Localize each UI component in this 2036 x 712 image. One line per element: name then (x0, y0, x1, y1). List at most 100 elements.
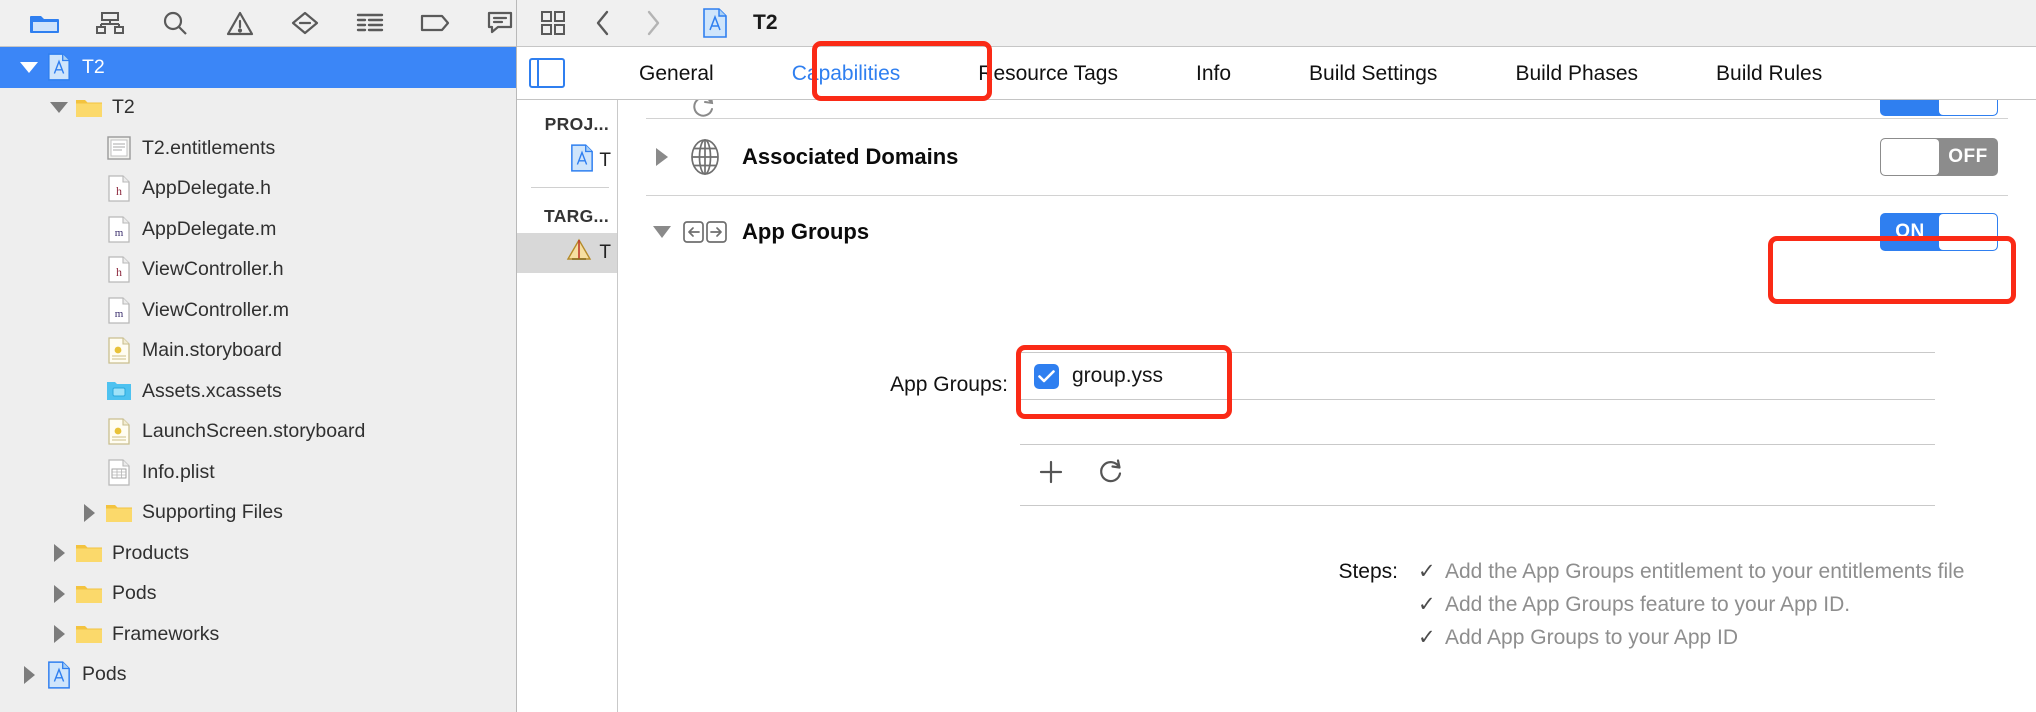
app-group-identifier: group.yss (1072, 364, 1164, 387)
chevron-right-icon[interactable] (48, 542, 70, 564)
step-text: Add the App Groups entitlement to your e… (1445, 560, 1965, 583)
targets-section-header: TARG... (544, 206, 609, 226)
tree-row-label: T2.entitlements (142, 136, 276, 159)
tree-row-pods[interactable]: Pods (0, 574, 516, 615)
capabilities-tab-bar[interactable]: General Capabilities Resource Tags Info … (517, 47, 2036, 100)
tab-general[interactable]: General (629, 63, 724, 84)
previous-capability-switch[interactable] (1880, 100, 1998, 116)
folder-icon[interactable] (28, 8, 61, 38)
app-groups-toolbar (1020, 445, 1935, 499)
storyboard-icon (104, 336, 134, 366)
svg-text:m: m (115, 227, 124, 239)
tab-capabilities[interactable]: Capabilities (782, 63, 911, 84)
tree-row-viewcontroller-h[interactable]: h ViewController.h (0, 250, 516, 291)
editor-jump-bar-title[interactable]: T2 (753, 11, 778, 35)
target-item-t2[interactable]: T (517, 233, 617, 273)
tree-row-label: AppDelegate.h (142, 177, 272, 199)
breakpoint-tag-icon[interactable] (418, 8, 451, 38)
refresh-groups-button[interactable] (1094, 455, 1128, 489)
tree-row-label: ViewController.m (142, 298, 290, 321)
search-icon[interactable] (158, 8, 191, 38)
project-item-label: T (599, 150, 611, 171)
capability-title: App Groups (742, 219, 870, 244)
tab-resource-tags[interactable]: Resource Tags (968, 63, 1128, 84)
chevron-right-icon[interactable] (650, 145, 674, 169)
debug-list-icon[interactable] (353, 8, 386, 38)
chevron-right-icon[interactable] (78, 502, 100, 524)
step-item: ✓ Add App Groups to your App ID (1418, 626, 1964, 659)
chevron-right-icon[interactable] (48, 583, 70, 605)
objc-file-icon: m (104, 214, 134, 244)
svg-text:m: m (115, 308, 124, 320)
app-group-entry[interactable]: group.yss (1020, 353, 1935, 399)
check-icon: ✓ (1418, 560, 1436, 583)
tree-row-launchscreen-storyboard[interactable]: LaunchScreen.storyboard (0, 412, 516, 453)
test-diamond-icon[interactable] (288, 8, 321, 38)
tree-row-info-plist[interactable]: Info.plist (0, 452, 516, 493)
tab-build-settings[interactable]: Build Settings (1299, 63, 1447, 84)
app-groups-switch[interactable]: ON (1880, 213, 1998, 251)
switch-label: OFF (1948, 146, 1988, 167)
app-groups-list[interactable]: group.yss (1020, 280, 1935, 506)
tree-row-label: Supporting Files (142, 501, 283, 523)
tree-row-label: T2 (82, 55, 105, 78)
app-group-checkbox[interactable] (1034, 363, 1059, 389)
check-icon: ✓ (1418, 626, 1436, 649)
capability-row-associated-domains[interactable]: Associated Domains OFF (618, 119, 2036, 195)
project-file-tree[interactable]: T2 T2 T2.entitlements h AppDelegate.h m AppDel… (0, 47, 516, 712)
tab-list: General Capabilities Resource Tags Info … (629, 63, 1832, 84)
chevron-down-icon[interactable] (48, 97, 70, 119)
xcode-project-icon (44, 660, 74, 690)
chevron-right-icon[interactable] (48, 623, 70, 645)
tree-row-appdelegate-m[interactable]: m AppDelegate.m (0, 209, 516, 250)
tab-info[interactable]: Info (1186, 63, 1241, 84)
toggle-navigator-button[interactable] (529, 58, 565, 88)
tree-row-pods[interactable]: Pods (0, 655, 516, 696)
associated-domains-switch[interactable]: OFF (1880, 138, 1998, 176)
tree-row-t2-entitlements[interactable]: T2.entitlements (0, 128, 516, 169)
tree-row-label: T2 (112, 96, 135, 118)
chevron-left-icon[interactable] (587, 8, 619, 38)
tree-row-assets-xcassets[interactable]: Assets.xcassets (0, 371, 516, 412)
report-bubble-icon[interactable] (483, 8, 516, 38)
tree-row-products[interactable]: Products (0, 533, 516, 574)
tree-row-appdelegate-h[interactable]: h AppDelegate.h (0, 169, 516, 210)
tree-row-frameworks[interactable]: Frameworks (0, 614, 516, 655)
project-targets-column[interactable]: PROJ... T TARG... T (517, 100, 618, 712)
tree-row-main-storyboard[interactable]: Main.storyboard (0, 331, 516, 372)
folder-yellow-icon (104, 498, 134, 528)
tree-row-supporting-files[interactable]: Supporting Files (0, 493, 516, 534)
steps-list: ✓ Add the App Groups entitlement to your… (1418, 560, 1964, 659)
tree-row-t2[interactable]: T2 (0, 47, 516, 88)
step-item: ✓ Add the App Groups feature to your App… (1418, 593, 1964, 626)
tab-build-phases[interactable]: Build Phases (1505, 63, 1648, 84)
capabilities-content: Associated Domains OFF App Groups ON App… (618, 100, 2036, 712)
chevron-down-icon[interactable] (650, 220, 674, 244)
chevron-down-icon[interactable] (18, 56, 40, 78)
tree-row-t2[interactable]: T2 (0, 88, 516, 129)
project-item-t2[interactable]: T (517, 141, 617, 181)
add-group-button[interactable] (1034, 455, 1068, 489)
tree-row-label: Frameworks (112, 622, 220, 645)
editor-layout-icon[interactable] (537, 8, 569, 38)
warning-triangle-icon[interactable] (223, 8, 256, 38)
tab-build-rules[interactable]: Build Rules (1706, 63, 1832, 84)
editor-toolbar: T2 (517, 0, 2036, 47)
chevron-right-icon[interactable] (637, 8, 669, 38)
folder-yellow-icon (74, 93, 104, 123)
target-item-label: T (599, 242, 611, 263)
tree-row-viewcontroller-m[interactable]: m ViewController.m (0, 290, 516, 331)
project-navigator-panel: T2 T2 T2.entitlements h AppDelegate.h m AppDel… (0, 0, 517, 712)
empty-list-row[interactable] (1020, 400, 1935, 444)
chevron-right-icon[interactable] (18, 664, 40, 686)
hierarchy-icon[interactable] (93, 8, 126, 38)
app-groups-arrows-icon (682, 209, 728, 255)
capability-row-app-groups[interactable]: App Groups ON (618, 196, 2036, 268)
tree-row-label: LaunchScreen.storyboard (142, 420, 366, 442)
switch-knob (1939, 214, 1997, 250)
